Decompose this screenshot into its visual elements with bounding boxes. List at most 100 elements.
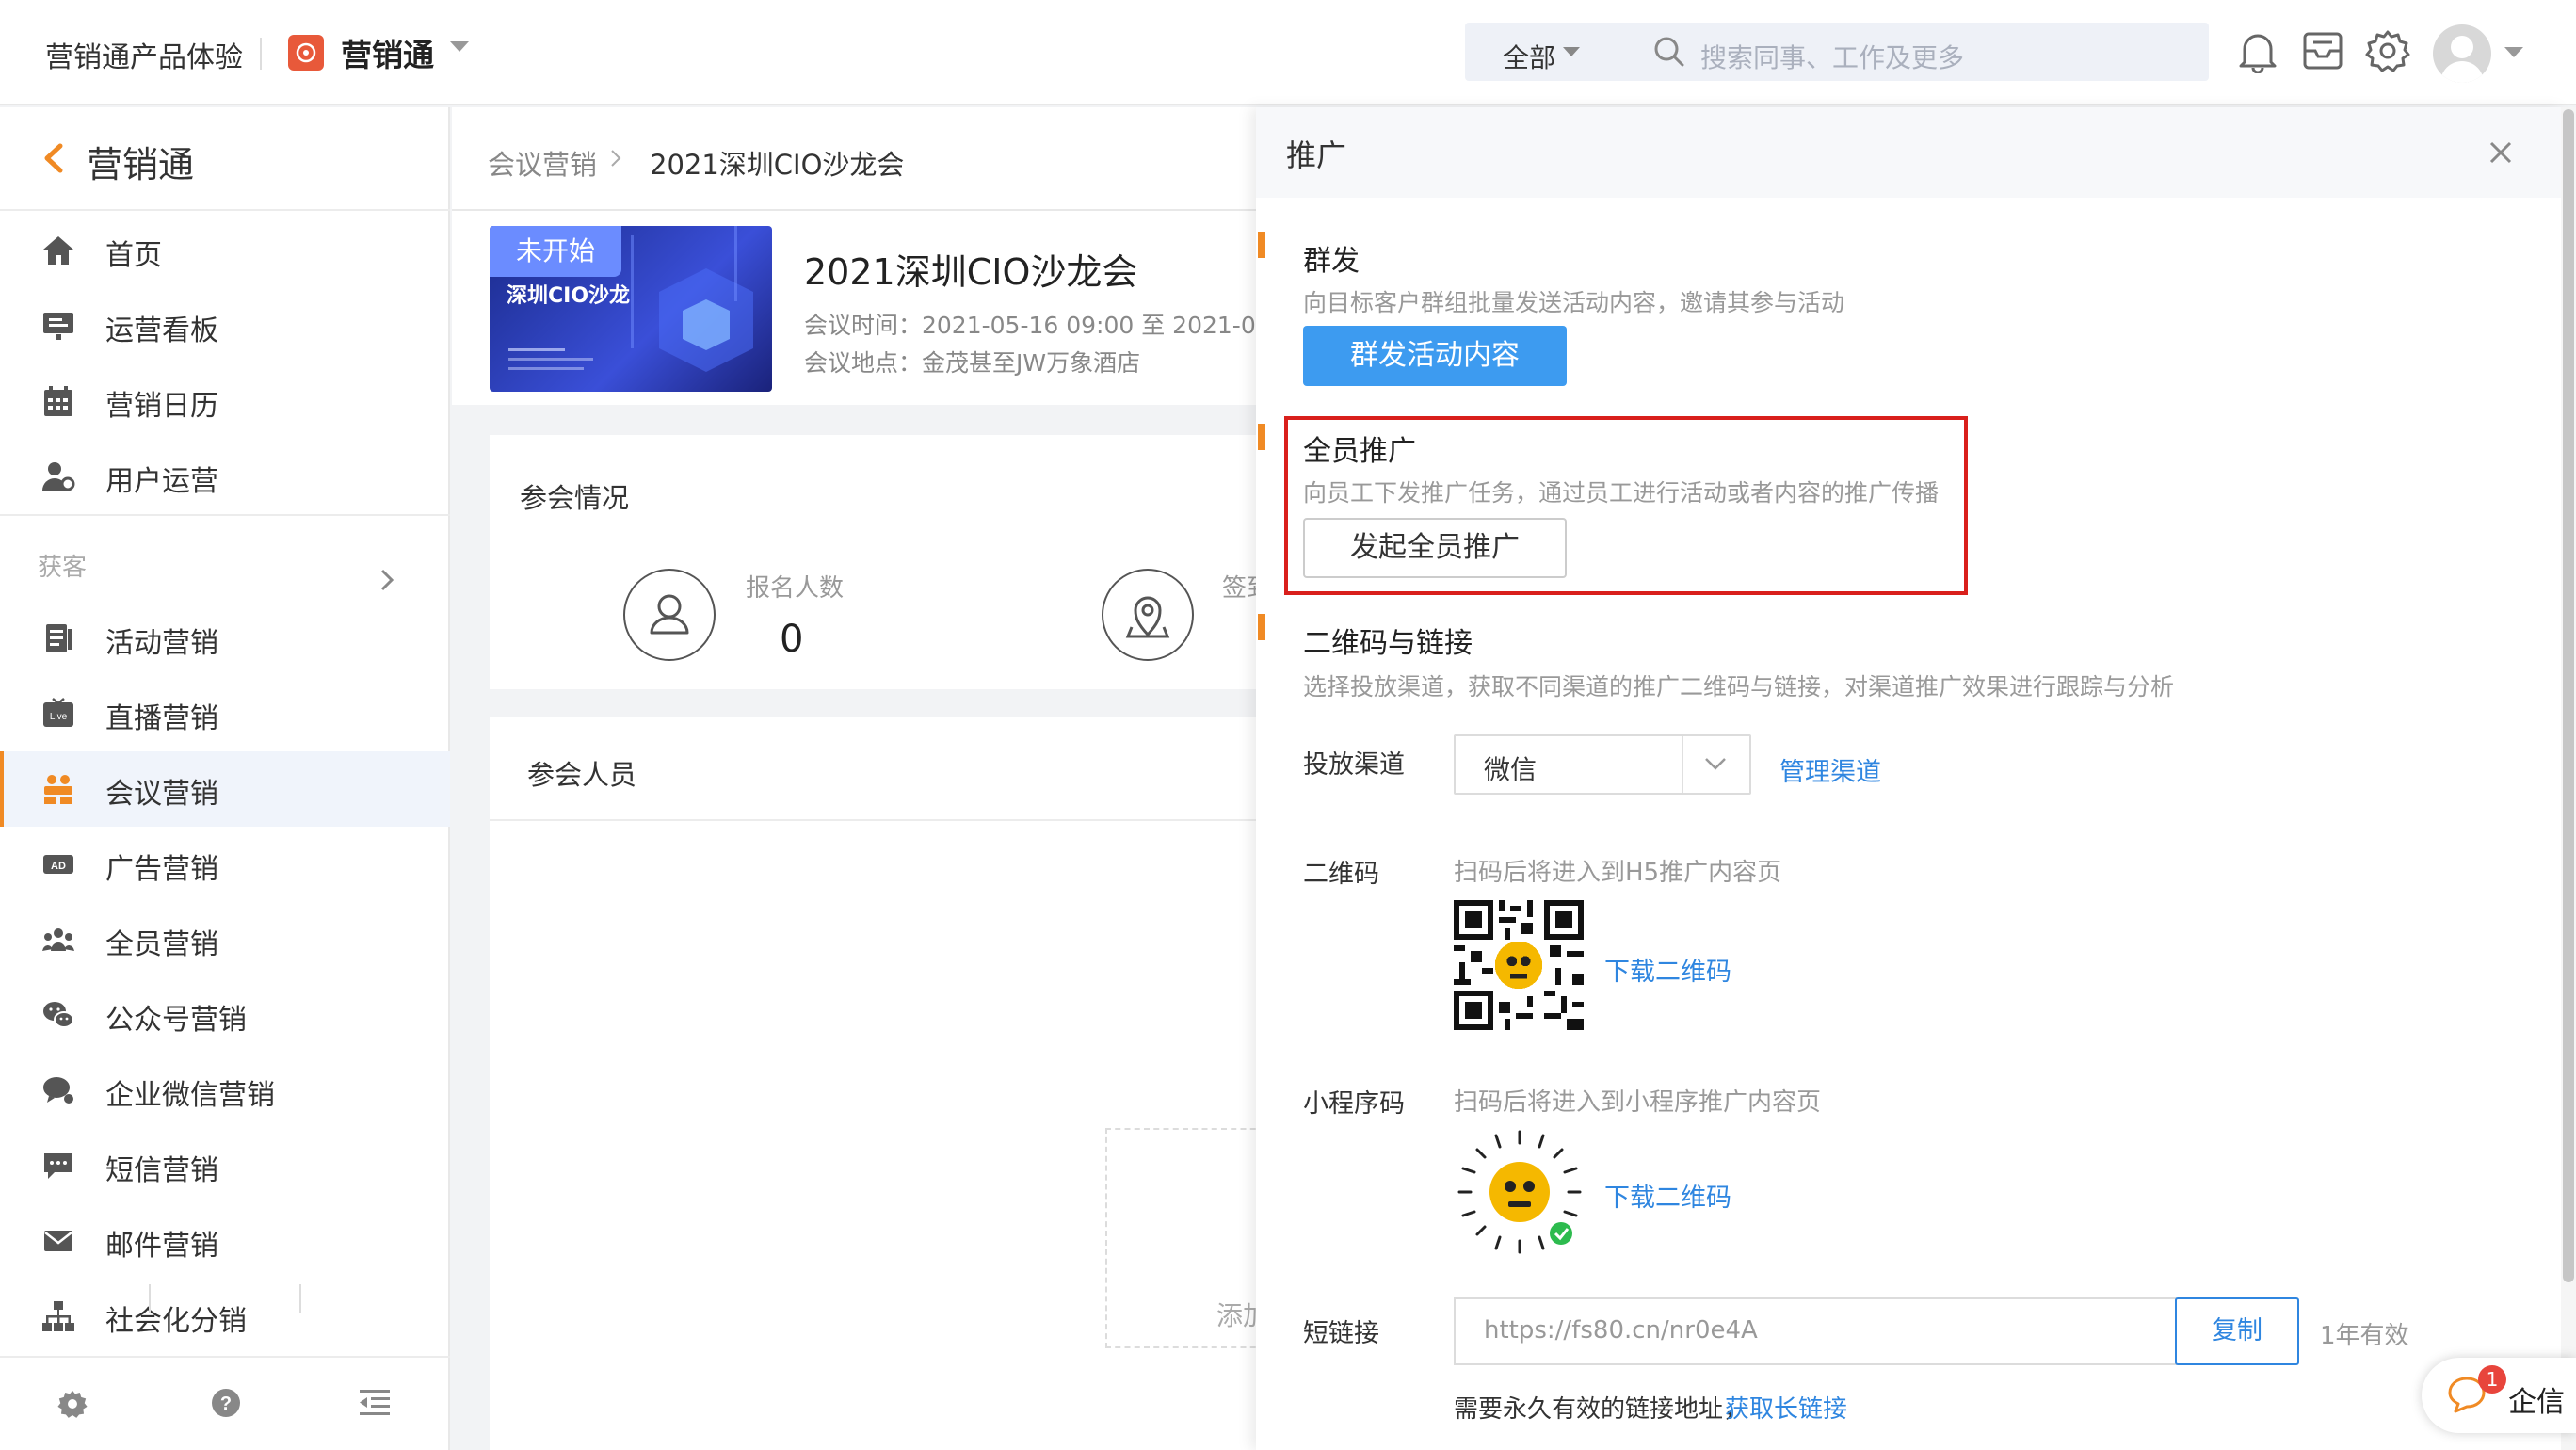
sidebar-item-meeting[interactable]: 会议营销 <box>0 751 450 827</box>
sidebar-item-label: 短信营销 <box>105 1154 218 1187</box>
caret-down-icon[interactable] <box>450 41 469 53</box>
sidebar-item-ad[interactable]: AD 广告营销 <box>0 827 450 902</box>
channel-label: 投放渠道 <box>1303 750 1405 780</box>
sidebar-item-label: 企业微信营销 <box>105 1079 275 1112</box>
sidebar-item-all-staff[interactable]: 全员营销 <box>0 902 450 977</box>
section-title: 全员推广 <box>1303 435 1416 468</box>
sidebar-item-calendar[interactable]: 营销日历 <box>0 363 450 439</box>
sidebar-group-label: 获客 <box>38 554 88 582</box>
signup-count-value: 0 <box>780 618 804 661</box>
sidebar-item-official-account[interactable]: 公众号营销 <box>0 977 450 1053</box>
sidebar-item-label: 广告营销 <box>105 853 218 886</box>
settings-icon[interactable] <box>56 1388 89 1420</box>
mail-icon <box>41 1224 75 1258</box>
qrcode-image <box>1454 900 1584 1030</box>
event-place: 会议地点：金茂甚至JW万象酒店 <box>804 349 1141 377</box>
section-description: 向目标客户群组批量发送活动内容，邀请其参与活动 <box>1303 289 1845 316</box>
sms-icon <box>41 1149 75 1183</box>
get-long-link[interactable]: 获取长链接 <box>1725 1390 1847 1425</box>
notification-badge: 1 <box>2478 1365 2506 1394</box>
section-title: 二维码与链接 <box>1303 627 1473 660</box>
gear-icon[interactable] <box>2365 28 2410 73</box>
manage-channels-link[interactable]: 管理渠道 <box>1779 751 1881 788</box>
section-marker <box>1258 614 1265 640</box>
divider <box>0 514 450 516</box>
section-marker <box>1258 424 1265 450</box>
channel-select-value: 微信 <box>1484 754 1538 785</box>
permanent-link-hint: 需要永久有效的链接地址， <box>1454 1395 1748 1424</box>
dashboard-icon <box>41 309 75 343</box>
close-icon[interactable] <box>2489 141 2512 164</box>
poster-title: 深圳CIO沙龙 <box>507 284 631 308</box>
mass-send-button[interactable]: 群发活动内容 <box>1303 326 1567 386</box>
sidebar-item-label: 社会化分销 <box>105 1305 247 1338</box>
wechat-icon <box>41 998 75 1032</box>
caret-down-icon[interactable] <box>1563 47 1580 57</box>
sidebar-item-label: 用户运营 <box>105 465 218 498</box>
sidebar-item-label: 活动营销 <box>105 627 218 660</box>
sidebar-item-distribution[interactable]: 社会化分销 <box>0 1279 450 1354</box>
download-miniprogram-code-link[interactable]: 下载二维码 <box>1604 1177 1731 1214</box>
chevron-right-icon <box>610 149 621 168</box>
app-switcher[interactable]: 营销通 <box>341 30 434 75</box>
drawer-header <box>1256 107 2565 198</box>
divider <box>299 1284 301 1313</box>
divider <box>490 819 1258 821</box>
sidebar-item-mail[interactable]: 邮件营销 <box>0 1203 450 1279</box>
bell-icon[interactable] <box>2237 30 2278 73</box>
sidebar-item-live[interactable]: Live 直播营销 <box>0 676 450 751</box>
live-icon: Live <box>41 697 75 731</box>
collapse-menu-icon[interactable] <box>360 1390 390 1416</box>
sidebar-item-label: 运营看板 <box>105 314 218 347</box>
meeting-icon <box>41 772 75 806</box>
download-qrcode-link[interactable]: 下载二维码 <box>1604 951 1731 988</box>
qrcode-hint: 扫码后将进入到H5推广内容页 <box>1454 859 1782 887</box>
search-scope-select[interactable]: 全部 <box>1503 38 1555 75</box>
event-time: 会议时间：2021-05-16 09:00 至 2021-05-16 <box>804 312 1310 339</box>
sidebar-item-label: 全员营销 <box>105 928 218 961</box>
start-all-staff-promotion-button[interactable]: 发起全员推广 <box>1303 518 1567 578</box>
copy-button[interactable]: 复制 <box>2175 1297 2299 1365</box>
short-link-label: 短链接 <box>1303 1319 1379 1348</box>
chevron-right-icon[interactable] <box>380 569 394 591</box>
sidebar-item-home[interactable]: 首页 <box>0 213 450 288</box>
user-ops-icon <box>41 459 75 493</box>
card-title: 参会人员 <box>527 759 637 791</box>
chevron-down-icon[interactable] <box>1704 757 1727 770</box>
sidebar-item-dashboard[interactable]: 运营看板 <box>0 288 450 363</box>
section-description: 选择投放渠道，获取不同渠道的推广二维码与链接，对渠道推广效果进行跟踪与分析 <box>1303 673 2175 701</box>
caret-down-icon[interactable] <box>2504 47 2523 58</box>
back-arrow-icon[interactable] <box>41 143 64 173</box>
status-badge: 未开始 <box>490 226 621 277</box>
help-icon[interactable]: ? <box>211 1388 241 1418</box>
avatar[interactable] <box>2433 24 2491 83</box>
sidebar-item-label: 直播营销 <box>105 702 218 735</box>
distribution-icon <box>41 1299 75 1333</box>
sidebar-item-wework[interactable]: 企业微信营销 <box>0 1053 450 1128</box>
sidebar-item-sms[interactable]: 短信营销 <box>0 1128 450 1203</box>
sidebar-item-activity[interactable]: 活动营销 <box>0 601 450 676</box>
activity-icon <box>41 621 75 655</box>
miniprogram-code-hint: 扫码后将进入到小程序推广内容页 <box>1454 1088 1822 1117</box>
breadcrumb-parent[interactable]: 会议营销 <box>488 143 597 183</box>
sidebar-item-label: 营销日历 <box>105 390 218 423</box>
sidebar-title: 营销通 <box>87 144 195 185</box>
qixin-label: 企信 <box>2508 1386 2565 1419</box>
event-title: 2021深圳CIO沙龙会 <box>804 251 1138 293</box>
scrollbar-thumb[interactable] <box>2563 109 2574 1282</box>
svg-text:AD: AD <box>51 861 66 872</box>
svg-text:Live: Live <box>50 712 68 722</box>
team-icon <box>41 923 75 957</box>
signup-count-label: 报名人数 <box>746 574 845 603</box>
signup-user-icon <box>623 569 716 661</box>
search-input[interactable]: 搜索同事、工作及更多 <box>1700 38 1964 75</box>
link-validity: 1年有效 <box>2320 1322 2409 1350</box>
section-description: 向员工下发推广任务，通过员工进行活动或者内容的推广传播 <box>1303 479 1940 507</box>
search-icon[interactable] <box>1653 36 1685 68</box>
brand-name[interactable]: 营销通产品体验 <box>45 34 243 75</box>
app-logo-icon <box>288 35 324 71</box>
sidebar-item-user-ops[interactable]: 用户运营 <box>0 439 450 514</box>
miniprogram-code-label: 小程序码 <box>1303 1089 1405 1119</box>
miniprogram-code-image <box>1454 1126 1586 1258</box>
inbox-icon[interactable] <box>2301 30 2344 72</box>
